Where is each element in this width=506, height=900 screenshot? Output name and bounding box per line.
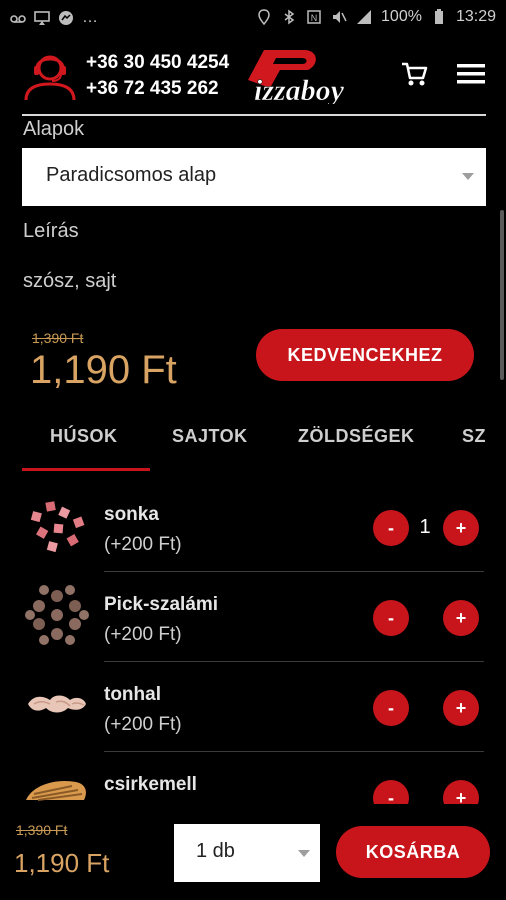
ingredient-name: csirkemell [104, 774, 197, 795]
ingredient-name: sonka [104, 504, 159, 525]
svg-text:N: N [311, 13, 318, 23]
app-header: +36 30 450 4254 +36 72 435 262 izzaboy [0, 36, 506, 114]
increase-button[interactable]: + [443, 690, 479, 726]
cart-icon[interactable] [400, 60, 428, 88]
tab-husok[interactable]: HÚSOK [50, 426, 118, 447]
decrease-button[interactable]: - [373, 780, 409, 804]
mute-icon [333, 11, 347, 23]
description-text: szósz, sajt [23, 270, 117, 292]
phone-numbers: +36 30 450 4254 +36 72 435 262 [86, 50, 229, 102]
decrease-button[interactable]: - [373, 510, 409, 546]
decrease-button[interactable]: - [373, 600, 409, 636]
nfc-icon: N [307, 10, 321, 24]
more-dots-icon: … [82, 9, 98, 26]
increase-button[interactable]: + [443, 510, 479, 546]
chevron-down-icon [462, 173, 474, 180]
battery-icon [434, 9, 443, 24]
tuna-image [28, 695, 86, 713]
footer-old-price: 1,390 Ft [16, 822, 68, 838]
add-to-cart-button[interactable]: KOSÁRBA [336, 826, 490, 878]
chevron-down-icon [298, 850, 310, 857]
ingredient-name: Pick-szalámi [104, 594, 219, 615]
ingredient-quantity: 1 [419, 516, 431, 538]
ingredient-price: (+200 Ft) [104, 714, 182, 735]
quantity-select-value: 1 db [196, 840, 235, 862]
voicemail-icon [10, 15, 26, 23]
airplay-icon [34, 11, 50, 25]
bluetooth-icon [284, 9, 295, 25]
increase-button[interactable]: + [443, 600, 479, 636]
add-to-favorites-button[interactable]: KEDVENCEKHEZ [256, 329, 474, 381]
phone-1[interactable]: +36 30 450 4254 [86, 50, 229, 76]
battery-percent: 100% [381, 8, 422, 25]
ingredient-price: (+200 Ft) [104, 624, 182, 645]
ingredient-name: tonhal [104, 684, 161, 705]
chicken-image [26, 780, 86, 801]
ingredient-tabs: HÚSOK SAJTOK ZÖLDSÉGEK SZ [0, 410, 506, 474]
svg-text:izzaboy: izzaboy [254, 74, 345, 104]
phone-2[interactable]: +36 72 435 262 [86, 76, 229, 102]
tab-sajtok[interactable]: SAJTOK [172, 426, 248, 447]
order-footer: 1,390 Ft 1,190 Ft 1 db KOSÁRBA [0, 806, 506, 900]
decrease-button[interactable]: - [373, 690, 409, 726]
list-item: csirkemell - + [0, 750, 506, 804]
customer-support-icon[interactable] [22, 46, 78, 102]
quantity-select[interactable]: 1 db [174, 824, 320, 882]
hamburger-menu-icon[interactable] [456, 62, 486, 86]
signal-icon [357, 10, 372, 24]
bases-select-value: Paradicsomos alap [46, 164, 217, 186]
ingredient-price: (+200 Ft) [104, 534, 182, 555]
salami-image [25, 585, 89, 645]
increase-button[interactable]: + [443, 780, 479, 804]
ham-image [30, 501, 85, 553]
description-label: Leírás [23, 220, 79, 242]
list-item: tonhal (+200 Ft) - + [0, 660, 506, 752]
pizzaboy-logo[interactable]: izzaboy [246, 44, 372, 104]
tab-partial[interactable]: SZ [462, 426, 486, 447]
location-icon [258, 9, 270, 25]
clock: 13:29 [455, 8, 496, 25]
footer-price: 1,190 Ft [14, 848, 110, 878]
ingredient-list: sonka (+200 Ft) - 1 + Pick-szalámi (+200… [0, 480, 506, 804]
status-bar: … N 100% 13:29 [0, 0, 506, 36]
bases-select[interactable]: Paradicsomos alap [22, 148, 486, 206]
old-price: 1,390 Ft [32, 330, 84, 346]
list-item: Pick-szalámi (+200 Ft) - + [0, 570, 506, 662]
bases-label: Alapok [23, 118, 85, 140]
header-divider [22, 114, 486, 116]
tab-zoldsegek[interactable]: ZÖLDSÉGEK [298, 426, 415, 447]
scrollbar[interactable] [500, 210, 504, 380]
active-tab-indicator [22, 468, 150, 471]
messenger-icon [59, 11, 73, 25]
list-item: sonka (+200 Ft) - 1 + [0, 480, 506, 572]
current-price: 1,190 Ft [30, 348, 177, 392]
